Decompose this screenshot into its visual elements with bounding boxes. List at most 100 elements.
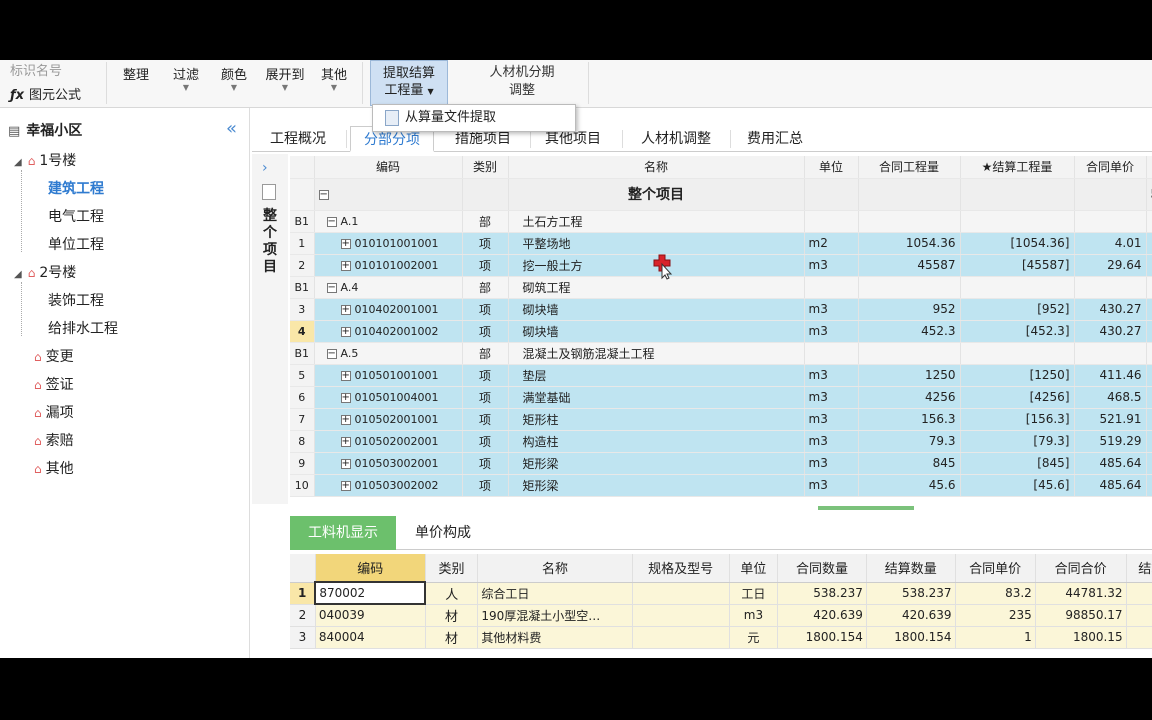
lower-header-code[interactable]: 编码 [315, 554, 426, 583]
code-cell[interactable]: +010101002001 [314, 254, 463, 277]
unit-cell[interactable]: m3 [804, 408, 859, 431]
item-row[interactable]: 7+010502001001项矩形柱m3156.3[156.3]521.918 [290, 408, 1152, 431]
code-cell[interactable]: +010502002001 [314, 430, 463, 453]
settlement-qty-cell[interactable]: 538.237 [866, 582, 956, 605]
settlement-total-cell[interactable]: 8 [1146, 408, 1152, 431]
price-cell[interactable]: 83.2 [955, 582, 1036, 605]
settlement-qty-cell[interactable]: [1054.36] [960, 232, 1075, 255]
settlement-total-cell[interactable] [1146, 232, 1152, 255]
unit-cell[interactable]: m3 [804, 474, 859, 497]
qty-cell[interactable]: 156.3 [858, 408, 961, 431]
name-cell[interactable]: 190厚混凝土小型空… [477, 604, 633, 627]
price-cell[interactable] [1074, 276, 1147, 299]
price-cell[interactable]: 521.91 [1074, 408, 1147, 431]
category-cell[interactable]: 项 [462, 430, 509, 453]
tab-project-overview[interactable]: 工程概况 [260, 126, 336, 152]
grid-header-unit[interactable]: 单位 [804, 156, 859, 179]
row-number[interactable]: B1 [290, 276, 315, 299]
tree-node-building-2[interactable]: ◢ ⌂ 2号楼 [14, 260, 76, 286]
tree-node-unit-works[interactable]: 单位工程 [48, 232, 104, 258]
price-cell[interactable]: 519.29 [1074, 430, 1147, 453]
unit-cell[interactable]: m3 [804, 364, 859, 387]
settlement-qty-cell[interactable] [960, 210, 1075, 233]
tree-node-omission[interactable]: ⌂ 漏项 [34, 400, 74, 426]
settlement-qty-cell[interactable]: [4256] [960, 386, 1075, 409]
settlement-total-cell[interactable]: 135 [1146, 210, 1152, 233]
category-cell[interactable]: 项 [462, 320, 509, 343]
qty-cell[interactable]: 845 [858, 452, 961, 475]
code-cell[interactable]: 840004 [315, 626, 426, 649]
price-cell[interactable]: 4.01 [1074, 232, 1147, 255]
category-cell[interactable]: 材 [425, 626, 479, 649]
name-cell[interactable]: 垫层 [508, 364, 805, 387]
row-number[interactable]: 2 [290, 604, 316, 627]
qty-cell[interactable]: 45.6 [858, 474, 961, 497]
price-cell[interactable]: 411.46 [1074, 364, 1147, 387]
expand-icon[interactable]: + [340, 260, 351, 271]
qty-cell[interactable]: 1250 [858, 364, 961, 387]
expand-icon[interactable]: + [340, 326, 351, 337]
unit-cell[interactable] [804, 276, 859, 299]
code-cell[interactable]: +010101001001 [314, 232, 463, 255]
item-row[interactable]: 9+010503002001项矩形梁m3845[845]485.644 [290, 452, 1152, 475]
code-cell[interactable]: +010402001001 [314, 298, 463, 321]
settlement-qty-cell[interactable]: [452.3] [960, 320, 1075, 343]
section-row[interactable]: B1−A.5部混凝土及钢筋混凝土工程356 [290, 342, 1152, 365]
settlement-qty-cell[interactable]: [952] [960, 298, 1075, 321]
price-cell[interactable] [1074, 210, 1147, 233]
settlement-total-cell[interactable]: 4 [1146, 452, 1152, 475]
row-number[interactable]: 3 [290, 298, 315, 321]
tab-labor-material-display[interactable]: 工料机显示 [290, 516, 396, 550]
name-cell[interactable]: 综合工日 [477, 582, 633, 605]
unit-cell[interactable]: 工日 [729, 582, 779, 605]
collapse-icon[interactable]: − [326, 282, 337, 293]
lower-header-contract-price[interactable]: 合同单价 [955, 554, 1036, 583]
qty-cell[interactable] [858, 276, 961, 299]
name-cell[interactable]: 构造柱 [508, 430, 805, 453]
settlement-qty-cell[interactable]: [45.6] [960, 474, 1075, 497]
other-button[interactable]: 其他 ▼ [316, 64, 352, 93]
unit-cell[interactable]: m3 [804, 320, 859, 343]
code-cell[interactable]: +010501004001 [314, 386, 463, 409]
code-cell[interactable]: − A.4 [314, 276, 463, 299]
qty-cell[interactable]: 79.3 [858, 430, 961, 453]
category-cell[interactable]: 项 [462, 452, 509, 475]
code-cell[interactable]: − A.1 [314, 210, 463, 233]
code-cell[interactable]: − A.5 [314, 342, 463, 365]
settlement-qty-cell[interactable] [960, 276, 1075, 299]
code-cell[interactable]: +010503002002 [314, 474, 463, 497]
settlement-total-cell[interactable]: 180 [1126, 626, 1152, 649]
lower-header-spec[interactable]: 规格及型号 [632, 554, 730, 583]
settlement-total-cell[interactable]: 40 [1146, 298, 1152, 321]
settlement-total-cell[interactable]: 9885 [1126, 604, 1152, 627]
row-number[interactable]: B1 [290, 210, 315, 233]
settlement-qty-cell[interactable]: [45587] [960, 254, 1075, 277]
price-cell[interactable]: 485.64 [1074, 452, 1147, 475]
whole-project-row[interactable]: − 整个项目 586 [290, 178, 1152, 211]
name-cell[interactable]: 混凝土及钢筋混凝土工程 [508, 342, 805, 365]
unit-cell[interactable]: m3 [804, 452, 859, 475]
category-cell[interactable]: 项 [462, 408, 509, 431]
grid-header-settlement-more[interactable]: 结 [1146, 156, 1152, 179]
lower-header-name[interactable]: 名称 [477, 554, 633, 583]
name-cell[interactable]: 满堂基础 [508, 386, 805, 409]
settlement-qty-cell[interactable] [960, 342, 1075, 365]
row-number[interactable]: B1 [290, 342, 315, 365]
expand-icon[interactable]: + [340, 238, 351, 249]
name-cell[interactable]: 土石方工程 [508, 210, 805, 233]
extract-from-quantity-file-item[interactable]: 从算量文件提取 [405, 110, 496, 125]
price-cell[interactable]: 468.5 [1074, 386, 1147, 409]
code-cell[interactable]: +010503002001 [314, 452, 463, 475]
item-row[interactable]: 4+010402001002项砌块墙m3452.3[452.3]430.2719 [290, 320, 1152, 343]
item-row[interactable]: 3+010402001001项砌块墙m3952[952]430.2740 [290, 298, 1152, 321]
expand-icon[interactable]: + [340, 436, 351, 447]
color-button[interactable]: 颜色 ▼ [214, 64, 254, 93]
expand-icon[interactable]: + [340, 370, 351, 381]
category-cell[interactable]: 项 [462, 254, 509, 277]
collapse-icon[interactable]: − [318, 189, 329, 200]
qty-cell[interactable]: 952 [858, 298, 961, 321]
tree-node-building-1[interactable]: ◢ ⌂ 1号楼 [14, 148, 76, 174]
expand-icon[interactable]: + [340, 458, 351, 469]
organize-button[interactable]: 整理 [118, 64, 154, 83]
name-cell[interactable]: 平整场地 [508, 232, 805, 255]
